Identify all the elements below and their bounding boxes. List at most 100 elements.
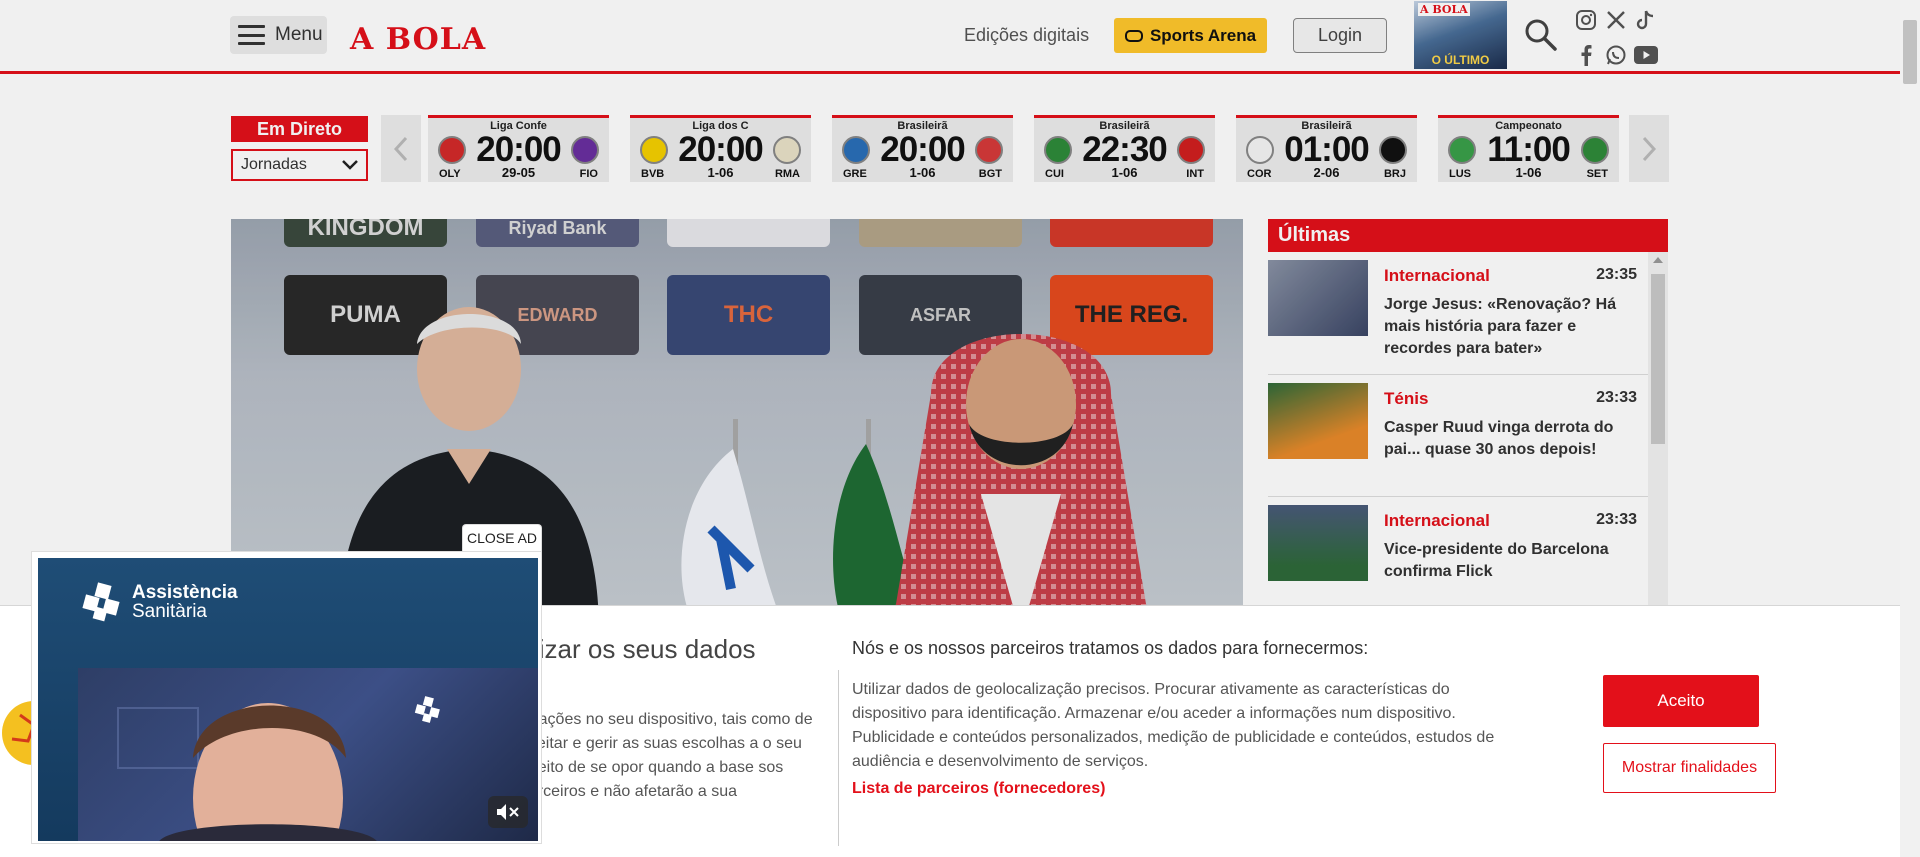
menu-button[interactable]: Menu [230,16,327,54]
match-card[interactable]: Brasileirã 20:00 1-06 GRE BGT [832,115,1013,182]
home-team: GRE [843,168,867,180]
chevron-right-icon [1642,136,1656,161]
sponsor-board [667,219,830,247]
edicoes-digitais-link[interactable]: Edições digitais [964,25,1089,46]
home-team: OLY [439,168,461,180]
away-team: RMA [774,168,800,180]
ad-brand-line1: Assistència [132,582,238,603]
home-team: CUI [1045,168,1064,180]
news-category[interactable]: Ténis [1384,389,1428,409]
tiktok-icon[interactable] [1634,8,1658,32]
x-icon[interactable] [1604,8,1628,32]
match-card[interactable]: Campeonato 11:00 1-06 LUS SET [1438,115,1619,182]
video-ad[interactable]: Assistència Sanitària [31,551,542,844]
sponsor-board [859,219,1022,247]
scroll-up-arrow-icon[interactable] [1653,257,1663,263]
sponsor-board: Riyad Bank [476,219,639,247]
away-team: BGT [978,168,1002,180]
away-crest-icon [773,136,801,164]
partners-list-link[interactable]: Lista de parceiros (fornecedores) [852,780,1105,798]
match-card[interactable]: Liga dos C 20:00 1-06 BVB RMA [630,115,811,182]
page-scrollbar-thumb[interactable] [1903,20,1917,84]
scrollbar-thumb[interactable] [1651,274,1665,444]
close-ad-button[interactable]: CLOSE AD [462,524,542,551]
news-item[interactable]: Internacional 23:33 Vice-presidente do B… [1268,497,1648,612]
site-logo[interactable]: A BOLA [350,22,486,57]
away-crest-icon [1177,136,1205,164]
hamburger-icon [238,25,265,45]
em-direto-label: Em Direto [231,116,368,142]
consent-title: tilizar os seus dados [520,634,756,664]
flag-al-hilal [681,419,776,605]
sponsor-board: KINGDOM [284,219,447,247]
cover-headline: O ÚLTIMO [1431,53,1490,67]
consent-divider [838,670,839,846]
news-thumbnail [1268,260,1368,336]
scores-prev-button[interactable] [381,115,421,182]
away-crest-icon [571,136,599,164]
news-thumbnail [1268,383,1368,459]
digital-edition-cover[interactable]: A BOLA O ÚLTIMO [1414,1,1507,69]
away-team: BRJ [1383,168,1406,180]
ultimas-scrollbar[interactable] [1648,252,1668,612]
match-card[interactable]: Brasileirã 22:30 1-06 CUI INT [1034,115,1215,182]
ultimas-heading: Últimas [1268,219,1668,252]
search-icon[interactable] [1524,18,1558,52]
away-crest-icon [1379,136,1407,164]
away-team: FIO [579,168,598,180]
ad-creative[interactable]: Assistència Sanitària [38,558,538,841]
news-title[interactable]: Casper Ruud vinga derrota do pai... quas… [1384,417,1636,461]
person-right [895,334,1147,605]
news-title[interactable]: Vice-presidente do Barcelona confirma Fl… [1384,539,1636,583]
news-title[interactable]: Jorge Jesus: «Renovação? Há mais históri… [1384,294,1636,360]
instagram-icon[interactable] [1574,8,1598,32]
news-time: 23:33 [1596,511,1637,528]
away-team: INT [1186,168,1204,180]
gamepad-icon [1124,29,1143,42]
accept-button[interactable]: Aceito [1603,675,1759,727]
hero-photo[interactable]: KINGDOM Riyad Bank PUMA EDWARD THC ASFAR… [231,219,1243,605]
sports-arena-button[interactable]: Sports Arena [1114,18,1267,53]
scores-next-button[interactable] [1629,115,1669,182]
ad-brand-line2: Sanitària [132,601,207,622]
show-purposes-button[interactable]: Mostrar finalidades [1603,743,1776,793]
match-card[interactable]: Brasileirã 01:00 2-06 COR BRJ [1236,115,1417,182]
sports-arena-label: Sports Arena [1149,25,1257,45]
news-category[interactable]: Internacional [1384,511,1490,531]
ad-brand: Assistència Sanitària [80,582,238,622]
away-team: SET [1586,168,1608,180]
sponsor-board [1050,219,1213,247]
consent-purposes-text: Utilizar dados de geolocalização preciso… [852,681,1495,770]
home-team: BVB [641,168,665,180]
facebook-icon[interactable] [1574,43,1598,67]
away-crest-icon [975,136,1003,164]
menu-label: Menu [275,24,323,45]
cover-masthead: A BOLA [1418,3,1470,16]
sponsor-board: THC [667,275,830,355]
consent-description: rmações no seu dispositivo, tais como de… [520,711,813,800]
news-thumbnail [1268,505,1368,581]
home-team: LUS [1449,168,1471,180]
consent-purposes-title: Nós e os nossos parceiros tratamos os da… [852,638,1369,658]
home-team: COR [1247,168,1272,180]
away-crest-icon [1581,136,1609,164]
login-button[interactable]: Login [1293,18,1387,53]
news-category[interactable]: Internacional [1384,266,1490,286]
ad-photo [78,668,538,841]
whatsapp-icon[interactable] [1604,43,1628,67]
brand-logo-icon [82,582,120,622]
chevron-down-icon [342,160,358,170]
jornadas-value: Jornadas [241,156,307,173]
match-card[interactable]: Liga Confe 20:00 29-05 OLY FIO [428,115,609,182]
speaker-muted-icon [497,804,519,820]
youtube-icon[interactable] [1634,43,1658,67]
mute-toggle[interactable] [488,796,528,828]
jornadas-select[interactable]: Jornadas [231,149,368,181]
news-item[interactable]: Ténis 23:33 Casper Ruud vinga derrota do… [1268,375,1648,497]
news-time: 23:35 [1596,266,1637,283]
brand-watermark-icon [414,696,440,723]
site-header: Menu A BOLA Edições digitais Sports Aren… [0,0,1900,74]
ultimas-list: Internacional 23:35 Jorge Jesus: «Renova… [1268,252,1648,612]
page-scrollbar[interactable] [1900,0,1920,857]
news-item[interactable]: Internacional 23:35 Jorge Jesus: «Renova… [1268,252,1648,375]
